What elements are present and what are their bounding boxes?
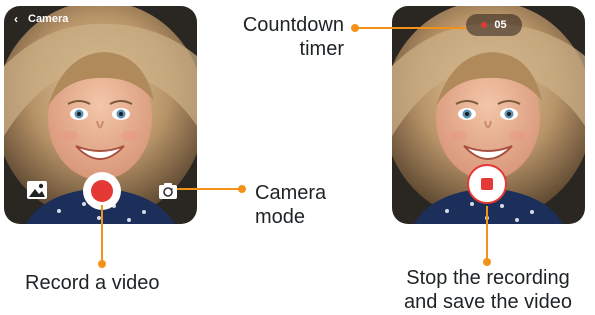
- record-circle-icon: [91, 180, 113, 202]
- label-line: Camera: [255, 182, 327, 204]
- label-camera-mode: Camera mode: [255, 181, 326, 229]
- stop-square-icon: [481, 178, 493, 190]
- label-line: mode: [255, 206, 306, 228]
- countdown-timer: 05: [466, 14, 522, 36]
- timer-value: 05: [494, 19, 507, 31]
- record-button[interactable]: [83, 172, 121, 210]
- label-line: and save the video: [404, 291, 572, 313]
- camera-title: Camera: [28, 13, 69, 25]
- stop-button[interactable]: [467, 164, 507, 204]
- label-line: Countdown: [242, 14, 344, 36]
- label-record-video: Record a video: [25, 272, 160, 294]
- callout-dot-timer: [351, 24, 359, 32]
- label-stop-recording: Stop the recording and save the video: [383, 266, 593, 314]
- callout-dot-stop: [483, 258, 491, 266]
- camera-switch-icon[interactable]: [158, 181, 178, 201]
- callout-dot-mode: [238, 185, 246, 193]
- label-line: timer: [299, 38, 344, 60]
- label-countdown-timer: Countdown timer: [243, 13, 344, 61]
- image-gallery-icon[interactable]: [26, 179, 48, 201]
- camera-header: ‹ Camera: [4, 6, 197, 32]
- camera-screen-ready: ‹ Camera: [4, 6, 197, 224]
- callout-dot-record: [98, 260, 106, 268]
- recording-dot-icon: [481, 22, 488, 28]
- chevron-left-icon[interactable]: ‹: [14, 13, 18, 25]
- label-line: Stop the recording: [406, 267, 570, 289]
